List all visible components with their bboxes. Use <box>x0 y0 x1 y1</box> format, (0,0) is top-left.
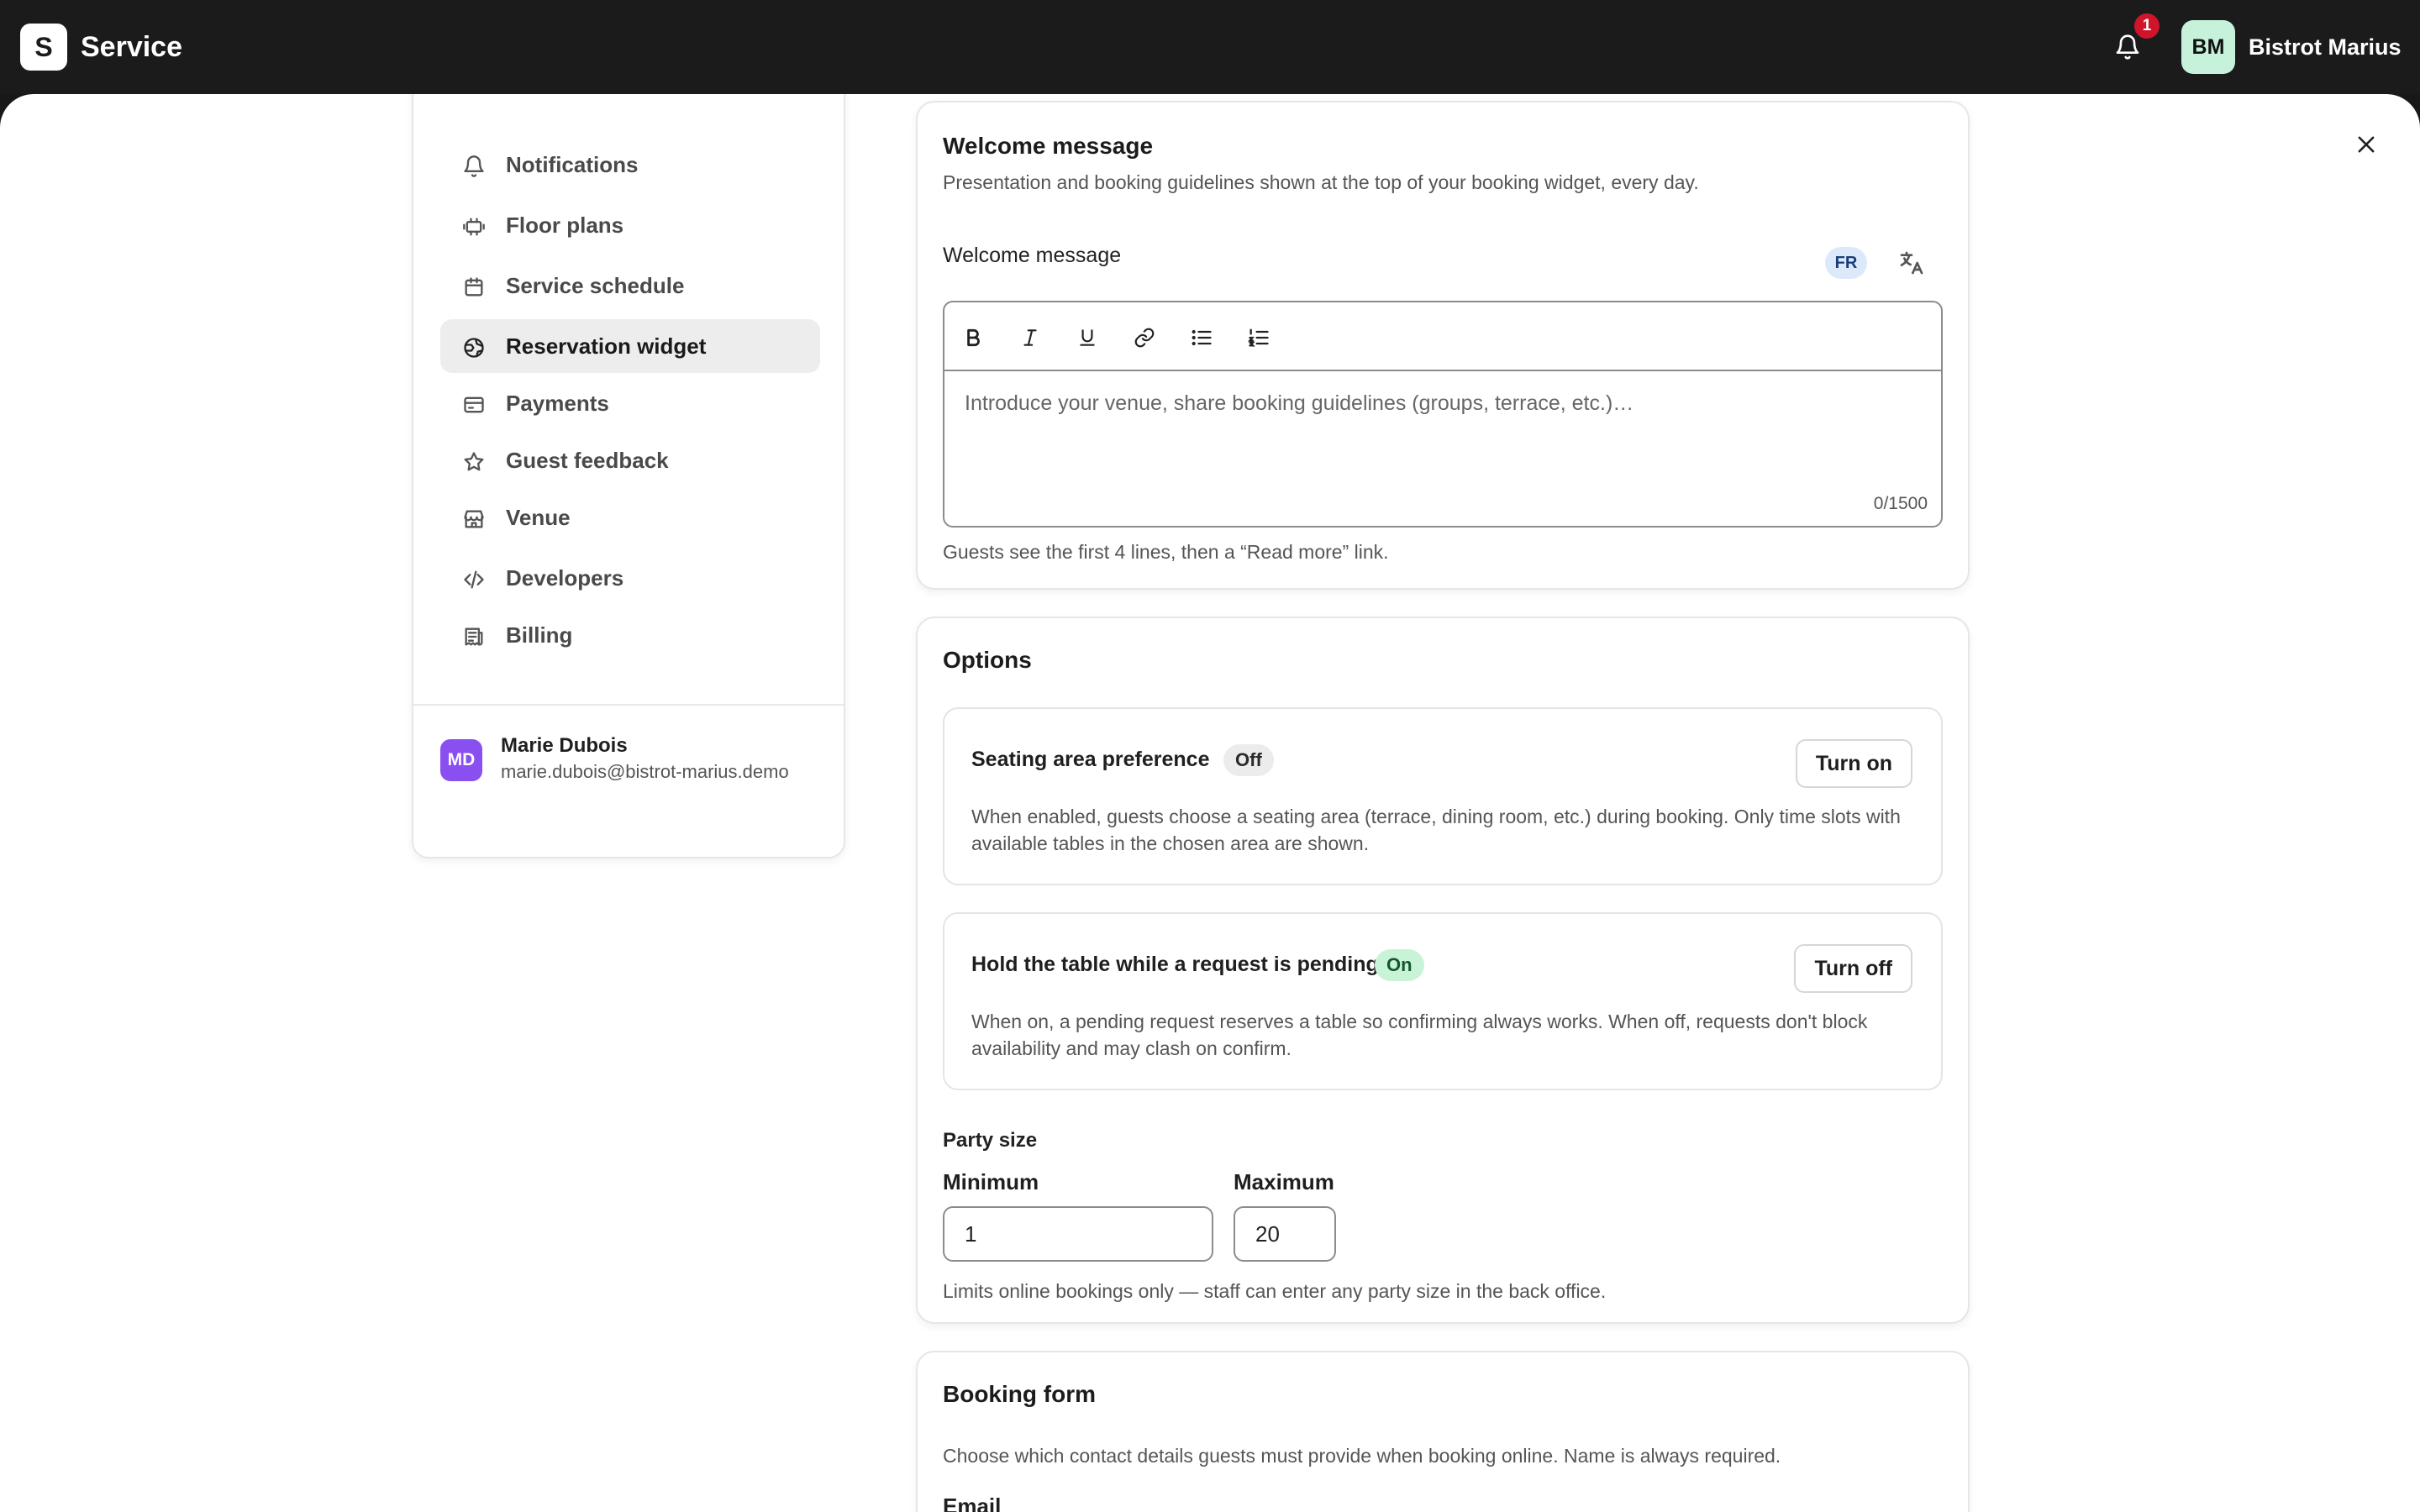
code-icon <box>460 566 487 593</box>
numbered-list-icon[interactable] <box>1242 321 1276 354</box>
options-card-title: Options <box>943 647 1032 673</box>
email-label: Email <box>943 1494 1002 1512</box>
venue-name[interactable]: Bistrot Marius <box>2249 27 2402 67</box>
notification-count-badge: 1 <box>2134 13 2160 39</box>
welcome-field-label: Welcome message <box>943 244 1122 267</box>
sidebar-item-label: Venue <box>506 505 571 530</box>
seating-preference-option: Seating area preference Off Turn on When… <box>943 707 1943 885</box>
booking-form-description: Choose which contact details guests must… <box>943 1445 1781 1467</box>
hold-toggle-button[interactable]: Turn off <box>1794 944 1912 993</box>
party-size-minimum-input[interactable] <box>943 1206 1213 1262</box>
underline-icon[interactable] <box>1071 321 1104 354</box>
editor-placeholder: Introduce your venue, share booking guid… <box>965 391 1634 415</box>
bell-icon <box>460 153 487 180</box>
editor-toolbar <box>944 302 1941 371</box>
sidebar-item-label: Payments <box>506 391 609 416</box>
hold-option-title: Hold the table while a request is pendin… <box>971 953 1379 976</box>
top-bar: S Service 1 BM Bistrot Marius <box>0 0 2420 94</box>
star-icon <box>460 449 487 475</box>
character-count: 0/1500 <box>1873 494 1928 513</box>
sidebar-item-label: Floor plans <box>506 213 624 238</box>
credit-card-icon <box>460 391 487 418</box>
welcome-card-description: Presentation and booking guidelines show… <box>943 171 1699 193</box>
user-avatar[interactable]: MD <box>440 739 482 781</box>
sidebar-item-guest-feedback[interactable]: Guest feedback <box>440 433 820 487</box>
seating-option-description: When enabled, guests choose a seating ar… <box>971 806 1901 854</box>
main-canvas: Notifications Floor plans Service schedu… <box>0 94 2420 1512</box>
seating-toggle-button[interactable]: Turn on <box>1795 739 1912 788</box>
language-badge[interactable]: FR <box>1825 247 1867 279</box>
user-email: marie.dubois@bistrot-marius.demo <box>501 761 789 782</box>
party-size-helper-text: Limits online bookings only — staff can … <box>943 1280 1607 1302</box>
welcome-card-title: Welcome message <box>943 133 1154 159</box>
receipt-icon <box>460 623 487 650</box>
party-size-label: Party size <box>943 1129 1038 1152</box>
booking-form-title: Booking form <box>943 1381 1096 1407</box>
sidebar-item-reservation-widget[interactable]: Reservation widget <box>440 319 820 373</box>
hold-table-option: Hold the table while a request is pendin… <box>943 912 1943 1090</box>
seating-option-title: Seating area preference <box>971 748 1210 771</box>
link-icon[interactable] <box>1128 321 1161 354</box>
party-size-maximum-input[interactable] <box>1234 1206 1336 1262</box>
sidebar-item-label: Guest feedback <box>506 448 669 473</box>
sidebar-item-label: Service schedule <box>506 273 685 298</box>
bold-icon[interactable] <box>956 321 990 354</box>
bullet-list-icon[interactable] <box>1185 321 1218 354</box>
sidebar-item-notifications[interactable]: Notifications <box>440 138 820 192</box>
hold-option-description: When on, a pending request reserves a ta… <box>971 1011 1868 1059</box>
sidebar-item-venue[interactable]: Venue <box>440 491 820 544</box>
globe-icon <box>460 334 487 361</box>
sidebar-item-label: Billing <box>506 622 573 648</box>
app-title: Service <box>81 31 182 63</box>
maximum-label: Maximum <box>1234 1169 1334 1194</box>
welcome-message-card: Welcome message Presentation and booking… <box>916 101 1970 590</box>
storefront-icon <box>460 506 487 533</box>
sidebar-item-label: Notifications <box>506 152 639 177</box>
options-card: Options Seating area preference Off Turn… <box>916 617 1970 1324</box>
sidebar-item-floor-plans[interactable]: Floor plans <box>440 198 820 252</box>
welcome-helper-text: Guests see the first 4 lines, then a “Re… <box>943 541 1389 563</box>
welcome-message-editor[interactable]: Introduce your venue, share booking guid… <box>943 301 1943 528</box>
close-icon[interactable] <box>2349 128 2383 161</box>
sidebar-item-label: Developers <box>506 565 624 591</box>
seating-status-badge: Off <box>1223 744 1274 776</box>
sidebar-divider <box>413 704 844 706</box>
translate-icon[interactable] <box>1894 245 1929 281</box>
italic-icon[interactable] <box>1013 321 1047 354</box>
booking-form-card: Booking form Choose which contact detail… <box>916 1351 1970 1512</box>
floor-plan-icon <box>460 213 487 240</box>
hold-status-badge: On <box>1375 949 1424 981</box>
venue-avatar[interactable]: BM <box>2181 20 2235 74</box>
minimum-label: Minimum <box>943 1169 1039 1194</box>
sidebar-item-service-schedule[interactable]: Service schedule <box>440 259 820 312</box>
sidebar-item-label: Reservation widget <box>506 333 707 359</box>
sidebar-item-developers[interactable]: Developers <box>440 551 820 605</box>
app-logo[interactable]: S <box>20 24 67 71</box>
calendar-icon <box>460 274 487 301</box>
sidebar-item-billing[interactable]: Billing <box>440 608 820 662</box>
user-name: Marie Dubois <box>501 734 628 757</box>
sidebar-item-payments[interactable]: Payments <box>440 376 820 430</box>
settings-sidebar: Notifications Floor plans Service schedu… <box>412 94 845 858</box>
